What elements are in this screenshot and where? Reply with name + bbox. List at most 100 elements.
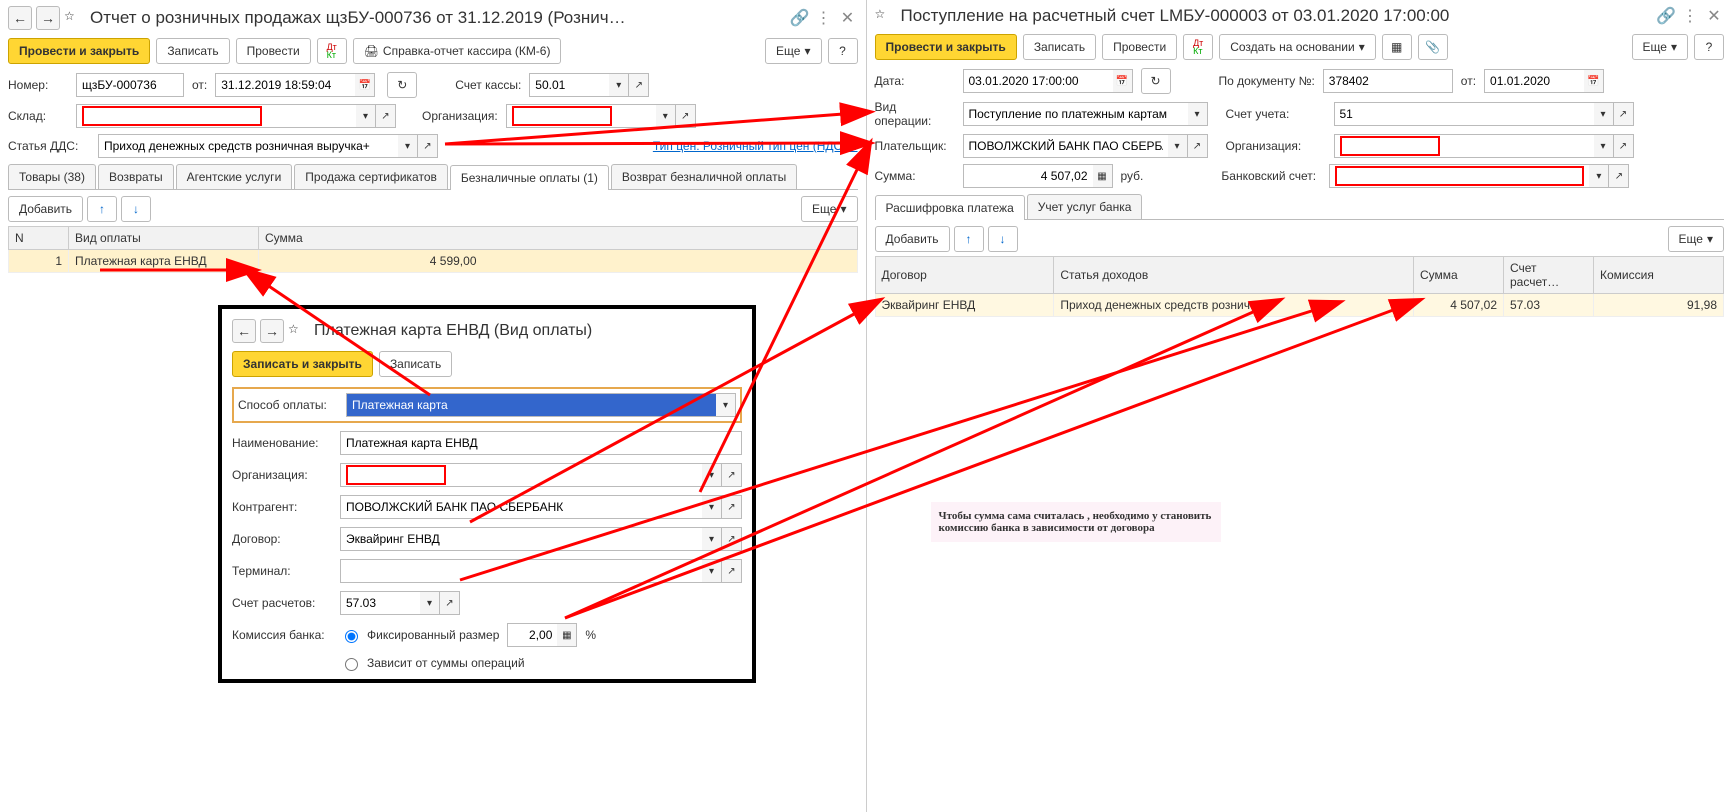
favorite-icon[interactable]: ☆ [288, 322, 306, 340]
open-icon[interactable]: ↗ [722, 463, 742, 487]
move-up-icon[interactable]: ↑ [954, 226, 984, 252]
dropdown-icon[interactable]: ▾ [1589, 164, 1609, 188]
move-up-icon[interactable]: ↑ [87, 196, 117, 222]
payer-input[interactable] [963, 134, 1168, 158]
tab-returns[interactable]: Возвраты [98, 164, 174, 189]
account-input[interactable] [1334, 102, 1594, 126]
post-button[interactable]: Провести [1102, 34, 1177, 60]
add-button[interactable]: Добавить [875, 226, 950, 252]
save-close-button[interactable]: Записать и закрыть [232, 351, 373, 377]
open-icon[interactable]: ↗ [629, 73, 649, 97]
dropdown-icon[interactable]: ▾ [702, 559, 722, 583]
open-icon[interactable]: ↗ [1188, 134, 1208, 158]
km6-button[interactable]: 🖨 Справка-отчет кассира (КМ-6) [353, 38, 562, 64]
post-close-button[interactable]: Провести и закрыть [8, 38, 150, 64]
dt-kt-icon[interactable]: ДтКт [1183, 34, 1213, 60]
warehouse-input[interactable] [76, 104, 356, 128]
open-icon[interactable]: ↗ [440, 591, 460, 615]
dropdown-icon[interactable]: ▾ [1188, 102, 1208, 126]
tab-cashless-return[interactable]: Возврат безналичной оплаты [611, 164, 797, 189]
open-icon[interactable]: ↗ [376, 104, 396, 128]
more-button[interactable]: Еще ▾ [1632, 34, 1688, 60]
tab-bank-services[interactable]: Учет услуг банка [1027, 194, 1143, 219]
back-button[interactable]: ← [8, 6, 32, 30]
number-input[interactable] [76, 73, 184, 97]
open-icon[interactable]: ↗ [418, 134, 438, 158]
write-button[interactable]: Записать [379, 351, 452, 377]
dropdown-icon[interactable]: ▾ [1594, 102, 1614, 126]
dropdown-icon[interactable]: ▾ [1168, 134, 1188, 158]
more-button[interactable]: Еще ▾ [801, 196, 857, 222]
close-icon[interactable]: ✕ [838, 8, 858, 28]
favorite-icon[interactable]: ☆ [875, 7, 893, 25]
price-type-link[interactable]: Тип цен: Розничный тип цен (НДС … [653, 139, 858, 153]
tab-goods[interactable]: Товары (38) [8, 164, 96, 189]
help-icon[interactable]: ? [828, 38, 858, 64]
more-button[interactable]: Еще ▾ [765, 38, 821, 64]
calendar-icon[interactable]: 📅 [1113, 69, 1133, 93]
dropdown-icon[interactable]: ▾ [716, 393, 736, 417]
cash-account-input[interactable] [529, 73, 609, 97]
org-input[interactable] [1334, 134, 1594, 158]
calculator-icon[interactable]: ▦ [1093, 164, 1113, 188]
operation-type-input[interactable] [963, 102, 1188, 126]
date-input[interactable] [215, 73, 355, 97]
dropdown-icon[interactable]: ▾ [420, 591, 440, 615]
back-button[interactable]: ← [232, 319, 256, 343]
create-based-button[interactable]: Создать на основании ▾ [1219, 34, 1376, 60]
tab-cashless[interactable]: Безналичные оплаты (1) [450, 165, 609, 190]
dropdown-icon[interactable]: ▾ [1594, 134, 1614, 158]
write-button[interactable]: Записать [1023, 34, 1096, 60]
table-row[interactable]: Эквайринг ЕНВД Приход денежных средств р… [875, 294, 1724, 317]
open-icon[interactable]: ↗ [722, 527, 742, 551]
dropdown-icon[interactable]: ▾ [702, 463, 722, 487]
write-button[interactable]: Записать [156, 38, 229, 64]
contractor-input[interactable] [340, 495, 702, 519]
post-close-button[interactable]: Провести и закрыть [875, 34, 1017, 60]
help-icon[interactable]: ? [1694, 34, 1724, 60]
move-down-icon[interactable]: ↓ [121, 196, 151, 222]
calculator-icon[interactable]: ▦ [557, 623, 577, 647]
forward-button[interactable]: → [36, 6, 60, 30]
tab-certs[interactable]: Продажа сертификатов [294, 164, 448, 189]
related-icon[interactable]: ▦ [1382, 34, 1412, 60]
move-down-icon[interactable]: ↓ [988, 226, 1018, 252]
dropdown-icon[interactable]: ▾ [656, 104, 676, 128]
commission-value-input[interactable] [507, 623, 557, 647]
open-icon[interactable]: ↗ [676, 104, 696, 128]
refresh-icon[interactable]: ↻ [1141, 68, 1171, 94]
menu-icon[interactable]: ⋮ [1680, 6, 1700, 26]
fixed-radio[interactable]: Фиксированный размер [340, 627, 499, 643]
refresh-icon[interactable]: ↻ [387, 72, 417, 98]
settlement-account-input[interactable] [340, 591, 420, 615]
open-icon[interactable]: ↗ [1609, 164, 1629, 188]
contract-input[interactable] [340, 527, 702, 551]
forward-button[interactable]: → [260, 319, 284, 343]
name-input[interactable] [340, 431, 742, 455]
menu-icon[interactable]: ⋮ [814, 8, 834, 28]
depends-radio[interactable]: Зависит от суммы операций [340, 655, 525, 671]
open-icon[interactable]: ↗ [1614, 134, 1634, 158]
favorite-icon[interactable]: ☆ [64, 9, 82, 27]
dropdown-icon[interactable]: ▾ [398, 134, 418, 158]
dropdown-icon[interactable]: ▾ [702, 527, 722, 551]
close-icon[interactable]: ✕ [1704, 6, 1724, 26]
doc-from-input[interactable] [1484, 69, 1584, 93]
terminal-input[interactable] [340, 559, 702, 583]
tab-agency[interactable]: Агентские услуги [176, 164, 293, 189]
post-button[interactable]: Провести [236, 38, 311, 64]
dt-kt-icon[interactable]: ДтКт [317, 38, 347, 64]
open-icon[interactable]: ↗ [722, 495, 742, 519]
dds-input[interactable] [98, 134, 398, 158]
open-icon[interactable]: ↗ [722, 559, 742, 583]
method-input[interactable] [346, 393, 716, 417]
add-button[interactable]: Добавить [8, 196, 83, 222]
bank-account-input[interactable] [1329, 164, 1589, 188]
table-row[interactable]: 1 Платежная карта ЕНВД 4 599,00 [9, 250, 858, 273]
dropdown-icon[interactable]: ▾ [609, 73, 629, 97]
dropdown-icon[interactable]: ▾ [702, 495, 722, 519]
date-input[interactable] [963, 69, 1113, 93]
link-icon[interactable]: 🔗 [790, 8, 810, 28]
calendar-icon[interactable]: 📅 [355, 73, 375, 97]
org-input[interactable] [340, 463, 702, 487]
